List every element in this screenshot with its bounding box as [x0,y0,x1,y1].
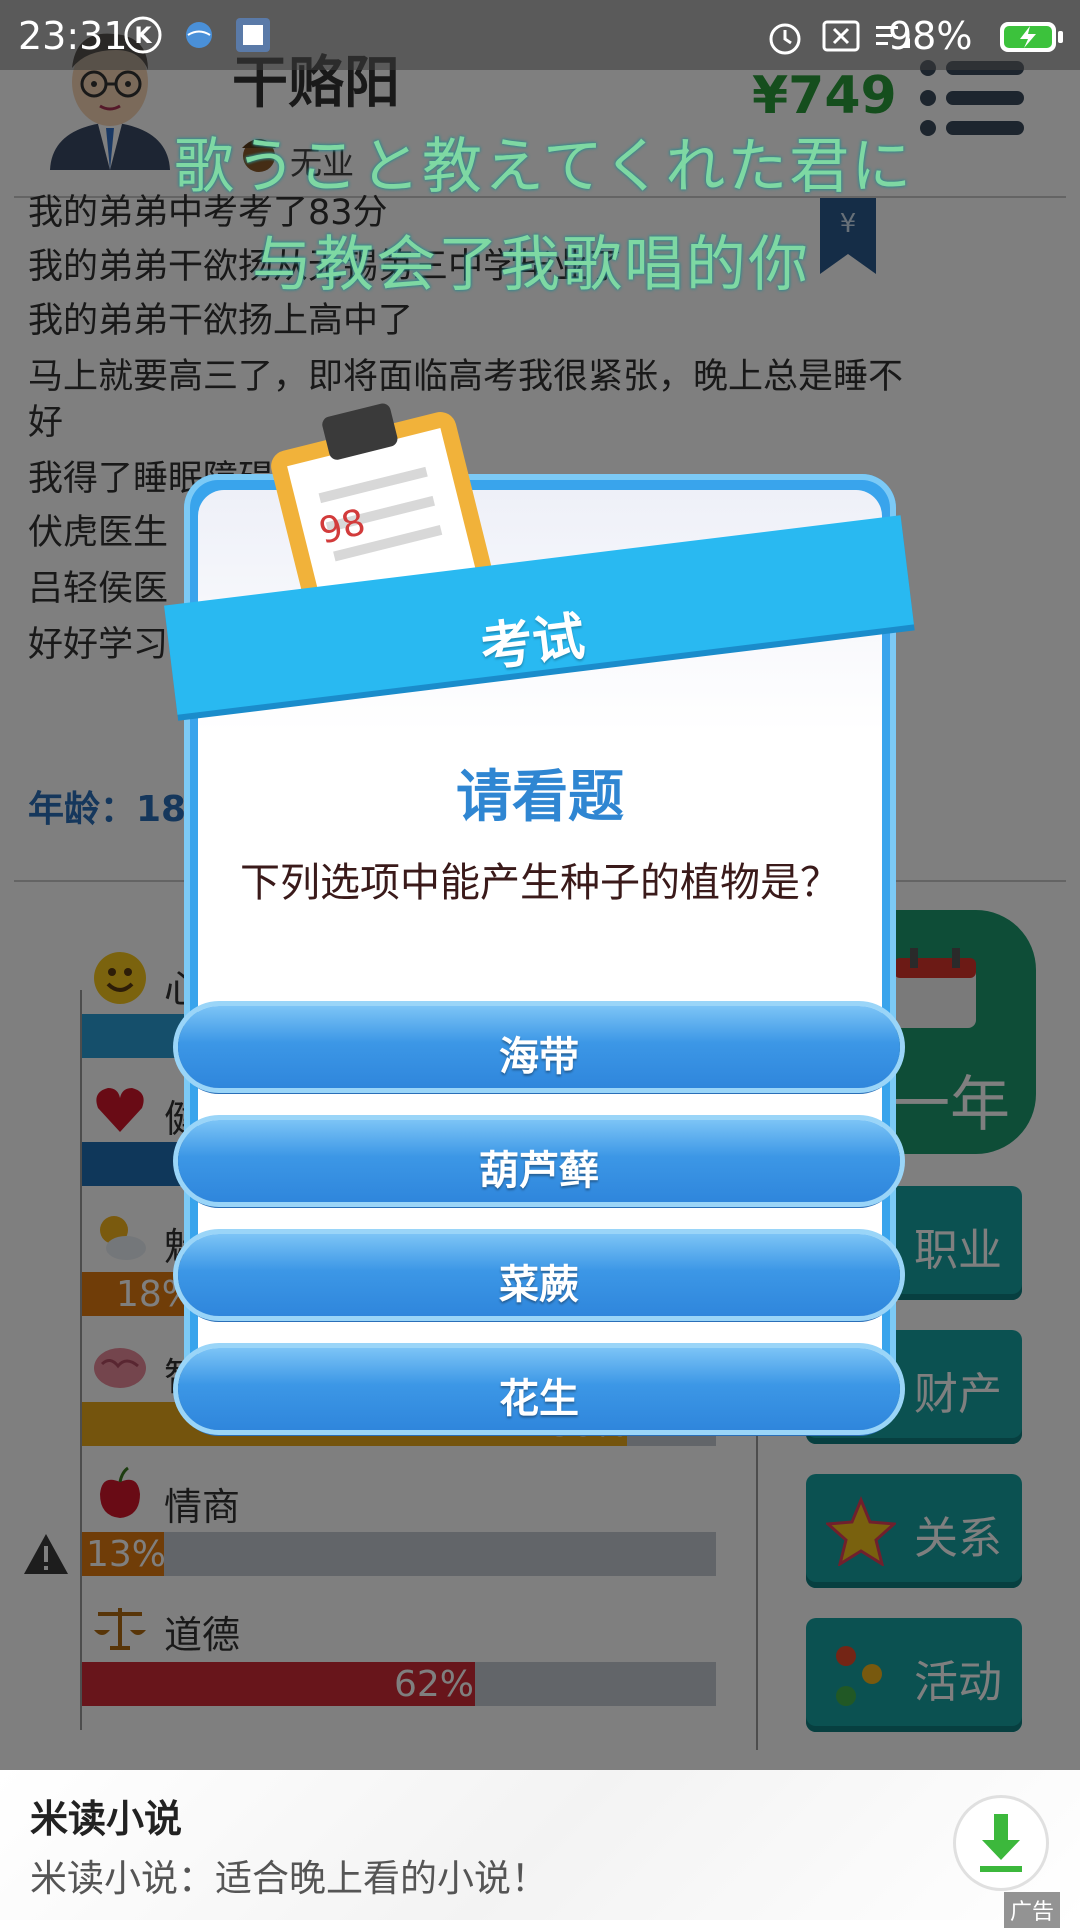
answer-option-1[interactable]: 海带 [178,1006,900,1088]
answer-option-label: 菜蕨 [499,1262,579,1308]
ad-label: 广告 [1004,1892,1061,1928]
ad-download-button[interactable] [956,1798,1046,1888]
svg-text:K: K [134,24,152,49]
battery-percent: 98% [888,14,973,58]
battery-charging-icon [1000,22,1063,52]
answer-option-4[interactable]: 花生 [178,1348,900,1430]
answer-option-3[interactable]: 菜蕨 [178,1234,900,1316]
answer-option-label: 海带 [499,1034,579,1080]
image-notification-icon [236,18,270,52]
globe-icon [186,22,212,48]
lyric-line-chinese: 与教会了我歌唱的你 [252,230,810,300]
answer-option-label: 花生 [499,1376,579,1422]
exam-ribbon-title: 考试 [477,606,588,680]
lyric-line-japanese: 歌うこと教えてくれた君に [174,132,914,202]
answer-option-2[interactable]: 葫芦藓 [178,1120,900,1202]
ad-title: 米读小说 [30,1797,183,1841]
download-icon [980,1814,1022,1872]
question-text: 下列选项中能产生种子的植物是？ [240,860,840,906]
no-sim-icon [822,20,860,52]
status-bar: 23:31 K 98% [0,0,1080,70]
ad-description: 米读小说：适合晚上看的小说！ [30,1857,548,1900]
alarm-icon [769,23,801,55]
status-time: 23:31 [18,14,128,58]
answer-option-label: 葫芦藓 [479,1148,599,1194]
k-app-icon: K [124,16,162,54]
ad-banner[interactable]: 米读小说 米读小说：适合晚上看的小说！ [0,1770,1080,1920]
question-heading: 请看题 [456,765,624,830]
